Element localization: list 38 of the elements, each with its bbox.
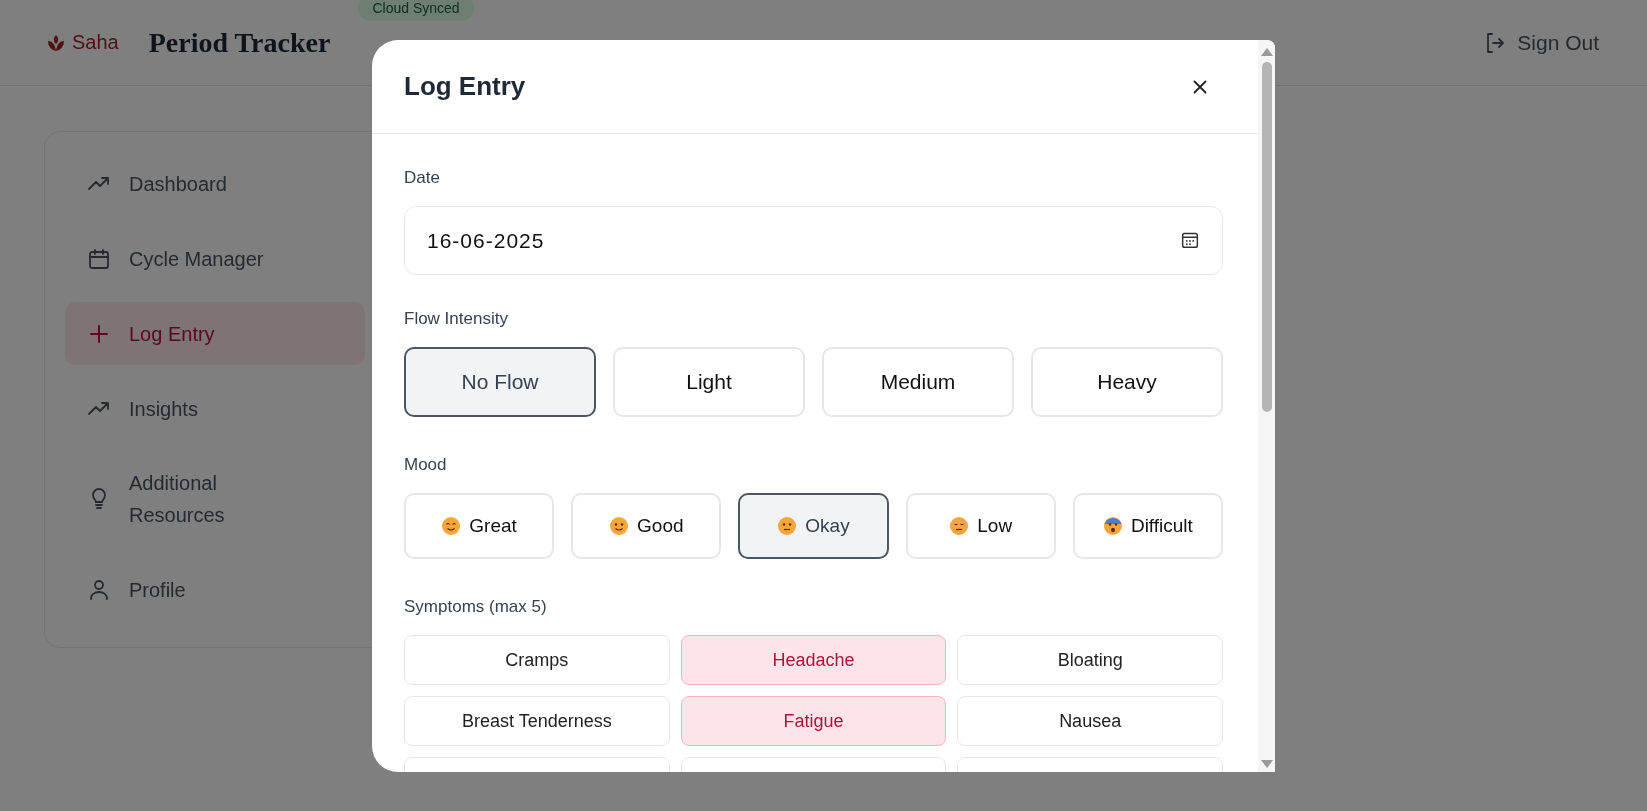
sidebar-item[interactable]: Cycle Manager bbox=[65, 227, 365, 290]
symptom-option[interactable]: Fatigue bbox=[680, 696, 947, 746]
mood-option[interactable]: Good bbox=[571, 493, 722, 559]
emoji-icon bbox=[441, 516, 462, 536]
symptom-option[interactable]: Breast Tenderness bbox=[404, 696, 670, 746]
dialog-title: Log Entry bbox=[404, 71, 526, 102]
emoji-icon bbox=[1102, 516, 1123, 536]
scrollbar[interactable] bbox=[1258, 40, 1275, 772]
symptom-option[interactable]: Nausea bbox=[957, 696, 1223, 746]
flow-option[interactable]: Heavy bbox=[1031, 347, 1223, 417]
mood-option[interactable]: Great bbox=[404, 493, 555, 559]
emoji-icon bbox=[609, 516, 630, 536]
sign-out-button[interactable]: Sign Out bbox=[1477, 29, 1605, 56]
mood-option[interactable]: Okay bbox=[738, 493, 889, 559]
symptom-option[interactable]: Cramps bbox=[404, 635, 670, 685]
logo-text: Saha bbox=[72, 31, 119, 54]
app-title: Period Tracker bbox=[148, 26, 331, 59]
sidebar-item[interactable]: Dashboard bbox=[65, 152, 365, 215]
calendar-icon bbox=[87, 246, 111, 271]
flow-option[interactable]: Light bbox=[613, 347, 805, 417]
sync-badge: Cloud Synced bbox=[358, 0, 474, 21]
mood-option[interactable]: Low bbox=[905, 493, 1056, 559]
sidebar-item[interactable]: Insights bbox=[65, 377, 365, 440]
flow-option[interactable]: No Flow bbox=[404, 347, 596, 417]
flow-option[interactable]: Medium bbox=[822, 347, 1014, 417]
user-icon bbox=[87, 577, 111, 602]
mood-option[interactable]: Difficult bbox=[1072, 493, 1223, 559]
field-label: Flow Intensity bbox=[404, 309, 509, 329]
field-label: Symptoms (max 5) bbox=[404, 597, 548, 617]
field-label: Date bbox=[404, 168, 441, 188]
field-label: Mood bbox=[404, 455, 448, 475]
symptom-option[interactable]: Headache bbox=[680, 635, 947, 685]
symptom-option[interactable]: Bloating bbox=[957, 635, 1223, 685]
emoji-icon bbox=[949, 516, 970, 536]
sidebar-item[interactable]: Additional Resources bbox=[65, 452, 365, 546]
sidebar-item[interactable]: Profile bbox=[65, 558, 365, 621]
emoji-icon bbox=[777, 516, 798, 536]
date-field[interactable]: 16-06-2025 bbox=[404, 206, 1223, 275]
